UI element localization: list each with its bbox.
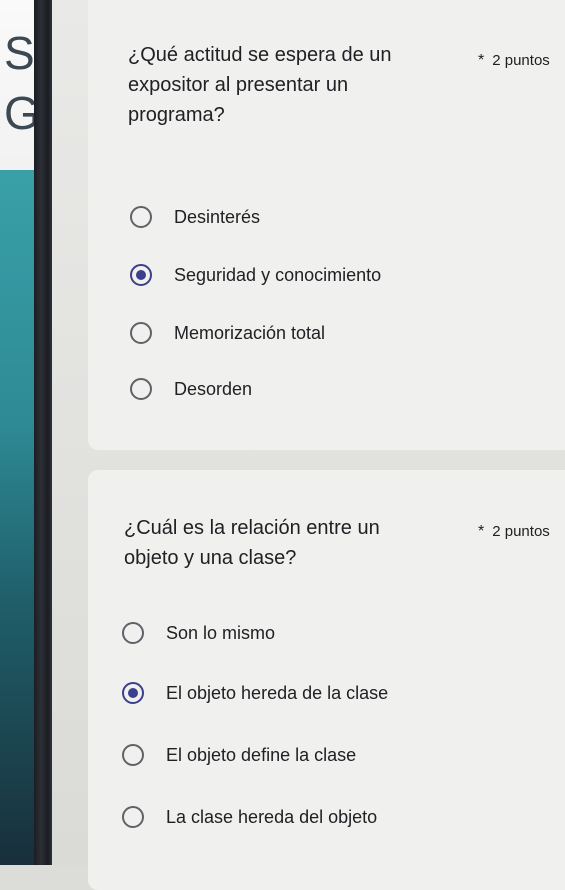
device-bezel bbox=[34, 0, 54, 865]
option-label: Seguridad y conocimiento bbox=[174, 264, 382, 285]
radio-icon[interactable] bbox=[122, 806, 144, 828]
option-label: La clase hereda del objeto bbox=[166, 806, 378, 827]
radio-icon[interactable] bbox=[130, 378, 152, 400]
option-label: Desorden bbox=[174, 378, 253, 399]
option-label: Memorización total bbox=[174, 322, 326, 343]
option-radio[interactable]: El objeto hereda de la clase bbox=[122, 682, 388, 704]
radio-selected-icon[interactable] bbox=[122, 682, 144, 704]
question-1-points: * 2 puntos bbox=[478, 52, 550, 69]
option-radio[interactable]: El objeto define la clase bbox=[122, 744, 356, 766]
option-label: El objeto hereda de la clase bbox=[166, 682, 389, 703]
question-2-title: ¿Cuál es la relación entre un objeto y u… bbox=[124, 517, 380, 569]
option-radio[interactable]: Desorden bbox=[130, 378, 252, 400]
option-radio[interactable]: Memorización total bbox=[130, 322, 325, 344]
radio-icon[interactable] bbox=[122, 622, 144, 644]
option-label: El objeto define la clase bbox=[166, 744, 357, 765]
option-radio[interactable]: La clase hereda del objeto bbox=[122, 806, 377, 828]
required-asterisk: * bbox=[478, 52, 485, 69]
background-letter: S bbox=[4, 27, 35, 79]
option-label: Son lo mismo bbox=[166, 622, 276, 643]
radio-icon[interactable] bbox=[130, 322, 152, 344]
option-radio[interactable]: Seguridad y conocimiento bbox=[130, 264, 381, 286]
option-radio[interactable]: Desinterés bbox=[130, 206, 260, 228]
option-label: Desinterés bbox=[174, 206, 261, 227]
required-asterisk: * bbox=[478, 523, 485, 540]
radio-icon[interactable] bbox=[130, 206, 152, 228]
radio-selected-icon[interactable] bbox=[130, 264, 152, 286]
radio-icon[interactable] bbox=[122, 744, 144, 766]
option-radio[interactable]: Son lo mismo bbox=[122, 622, 275, 644]
question-2-points: * 2 puntos bbox=[478, 523, 550, 540]
question-1-title: ¿Qué actitud se espera de un expositor a… bbox=[128, 44, 392, 126]
